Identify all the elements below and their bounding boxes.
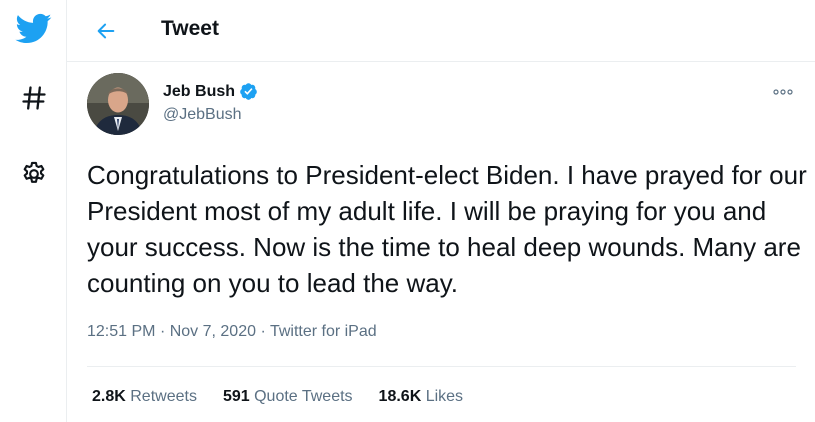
twitter-bird-icon[interactable]: [0, 10, 67, 46]
engagement-stats: 2.8K Retweets 591 Quote Tweets 18.6K Lik…: [92, 388, 489, 406]
divider: [87, 366, 796, 367]
sidebar: [0, 0, 67, 422]
gear-icon[interactable]: [0, 160, 67, 188]
tweet-date[interactable]: Nov 7, 2020: [170, 323, 256, 340]
avatar[interactable]: [87, 73, 149, 135]
author-handle[interactable]: @JebBush: [163, 106, 242, 124]
meta-separator: ·: [159, 323, 166, 340]
author-display-name[interactable]: Jeb Bush: [163, 83, 235, 101]
quote-tweets-label: Quote Tweets: [254, 388, 353, 405]
meta-separator: ·: [260, 323, 266, 340]
tweet-source[interactable]: Twitter for iPad: [270, 323, 377, 340]
likes-label: Likes: [425, 388, 464, 405]
likes-stat[interactable]: 18.6K Likes: [379, 388, 464, 406]
tweet-time[interactable]: 12:51 PM: [87, 323, 155, 340]
quote-tweets-stat[interactable]: 591 Quote Tweets: [223, 388, 353, 406]
tweet-detail: Tweet Jeb Bush @JebBush Congratulations …: [67, 0, 815, 422]
tweet-metadata: 12:51 PM · Nov 7, 2020 · Twitter for iPa…: [87, 323, 377, 341]
hashtag-icon[interactable]: [0, 84, 67, 112]
retweets-label: Retweets: [130, 388, 197, 405]
verified-badge-icon: [239, 82, 258, 101]
back-arrow-icon[interactable]: [92, 17, 120, 45]
more-options-icon[interactable]: [771, 84, 795, 100]
retweets-count: 2.8K: [92, 388, 126, 405]
tweet-text: Congratulations to President-elect Biden…: [87, 160, 807, 298]
quote-tweets-count: 591: [222, 388, 250, 405]
retweets-stat[interactable]: 2.8K Retweets: [92, 388, 197, 406]
header: Tweet: [67, 0, 815, 62]
likes-count: 18.6K: [378, 388, 422, 405]
page-title: Tweet: [161, 17, 219, 40]
author-name[interactable]: Jeb Bush: [163, 82, 258, 101]
